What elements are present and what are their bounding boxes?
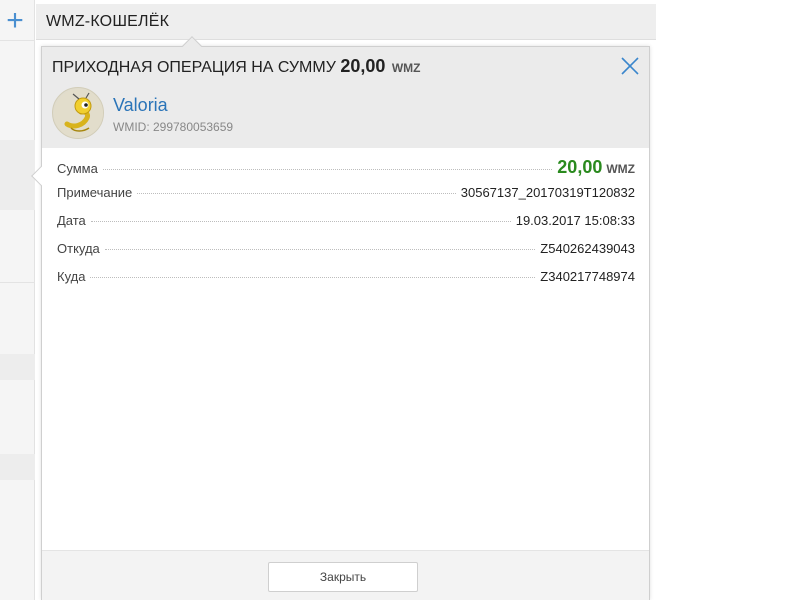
left-sidebar: + — [0, 0, 35, 600]
sidebar-group — [0, 354, 35, 380]
wallet-header: WMZ-КОШЕЛЁК — [36, 4, 656, 40]
sidebar-group — [0, 454, 35, 480]
detail-row-date: Дата 19.03.2017 15:08:33 — [57, 213, 635, 241]
detail-value-from: Z540262439043 — [540, 241, 635, 256]
detail-value-to: Z340217748974 — [540, 269, 635, 284]
transaction-dialog: ПРИХОДНАЯ ОПЕРАЦИЯ НА СУММУ 20,00 WMZ Va… — [31, 36, 650, 600]
sidebar-divider — [0, 40, 35, 41]
detail-value-amount: 20,00 WMZ — [557, 157, 635, 178]
dotted-leader — [104, 249, 536, 250]
dialog-title-currency: WMZ — [391, 61, 421, 75]
detail-value-note: 30567137_20170319T120832 — [460, 185, 635, 200]
amount-number: 20,00 — [557, 157, 603, 177]
dotted-leader — [137, 193, 456, 194]
webmoney-mascot-icon — [52, 87, 104, 139]
detail-row-amount: Сумма 20,00 WMZ — [57, 157, 635, 185]
dialog-footer: Закрыть — [42, 550, 649, 600]
plus-icon[interactable]: + — [0, 6, 30, 38]
dotted-leader — [90, 277, 536, 278]
detail-label: Куда — [57, 269, 86, 284]
dialog-title-amount: 20,00 — [340, 56, 386, 76]
sidebar-item-selected[interactable] — [0, 140, 35, 210]
detail-row-from: Откуда Z540262439043 — [57, 241, 635, 269]
detail-label: Примечание — [57, 185, 133, 200]
peer-name-link[interactable]: Valoria — [113, 95, 168, 116]
detail-label: Дата — [57, 213, 86, 228]
sidebar-divider — [0, 282, 35, 283]
dotted-leader — [102, 169, 553, 170]
close-button[interactable]: Закрыть — [268, 562, 418, 592]
dotted-leader — [90, 221, 511, 222]
detail-label: Сумма — [57, 161, 98, 176]
detail-value-date: 19.03.2017 15:08:33 — [515, 213, 635, 228]
amount-currency: WMZ — [606, 162, 635, 176]
detail-row-to: Куда Z340217748974 — [57, 269, 635, 297]
detail-row-note: Примечание 30567137_20170319T120832 — [57, 185, 635, 213]
dialog-title: ПРИХОДНАЯ ОПЕРАЦИЯ НА СУММУ 20,00 WMZ — [52, 56, 420, 77]
peer-wmid: WMID: 299780053659 — [113, 120, 234, 134]
detail-label: Откуда — [57, 241, 100, 256]
close-icon[interactable] — [619, 55, 641, 77]
dialog-header: ПРИХОДНАЯ ОПЕРАЦИЯ НА СУММУ 20,00 WMZ Va… — [42, 47, 649, 148]
app-root: + WMZ-КОШЕЛЁК ПРИХОДНАЯ ОПЕРАЦИЯ НА СУММ… — [0, 0, 800, 600]
wallet-title: WMZ-КОШЕЛЁК — [46, 13, 170, 30]
dialog-title-text: ПРИХОДНАЯ ОПЕРАЦИЯ НА СУММУ — [52, 59, 336, 76]
transaction-details: Сумма 20,00 WMZ Примечание 30567137_20170… — [57, 157, 635, 297]
